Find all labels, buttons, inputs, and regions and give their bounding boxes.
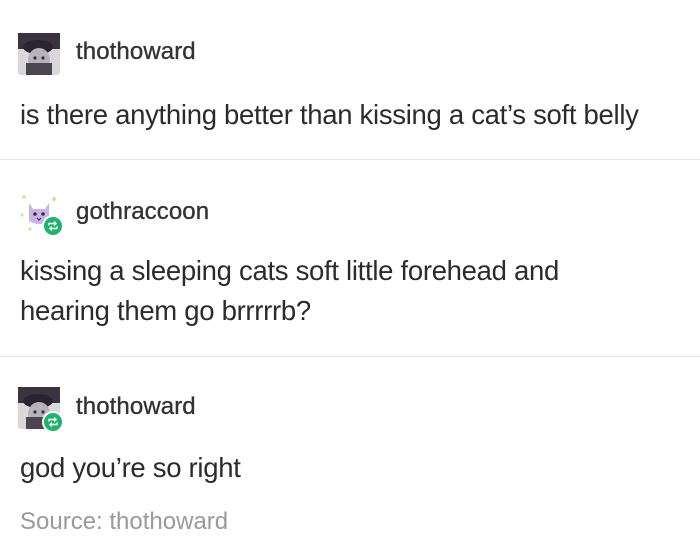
post-text-line: kissing a sleeping cats soft little fore… <box>20 255 559 286</box>
reblog-icon <box>48 417 58 427</box>
post-1: thothoward is there anything better than… <box>0 0 700 160</box>
reblog-badge <box>42 411 64 433</box>
source-link[interactable]: Source: thothoward <box>20 508 228 536</box>
reblog-icon <box>48 221 58 231</box>
post-2: gothraccoon kissing a sleeping cats soft… <box>0 160 700 357</box>
post-text-line: hearing them go brrrrrb? <box>20 295 311 326</box>
dark-avatar-icon <box>18 33 60 75</box>
avatar[interactable] <box>18 387 64 433</box>
avatar[interactable] <box>18 191 64 237</box>
post-text: kissing a sleeping cats soft little fore… <box>20 251 688 331</box>
avatar[interactable] <box>18 33 60 75</box>
post-text-line: is there anything better than kissing a … <box>20 99 639 130</box>
username[interactable]: thothoward <box>76 38 196 66</box>
post-text: god you’re so right <box>20 448 688 488</box>
post-3: thothoward god you’re so right Source: t… <box>0 357 700 543</box>
post-text-line: god you’re so right <box>20 452 241 483</box>
reblog-badge <box>42 215 64 237</box>
username[interactable]: thothoward <box>76 393 196 421</box>
username[interactable]: gothraccoon <box>76 198 209 226</box>
post-text: is there anything better than kissing a … <box>20 95 688 135</box>
